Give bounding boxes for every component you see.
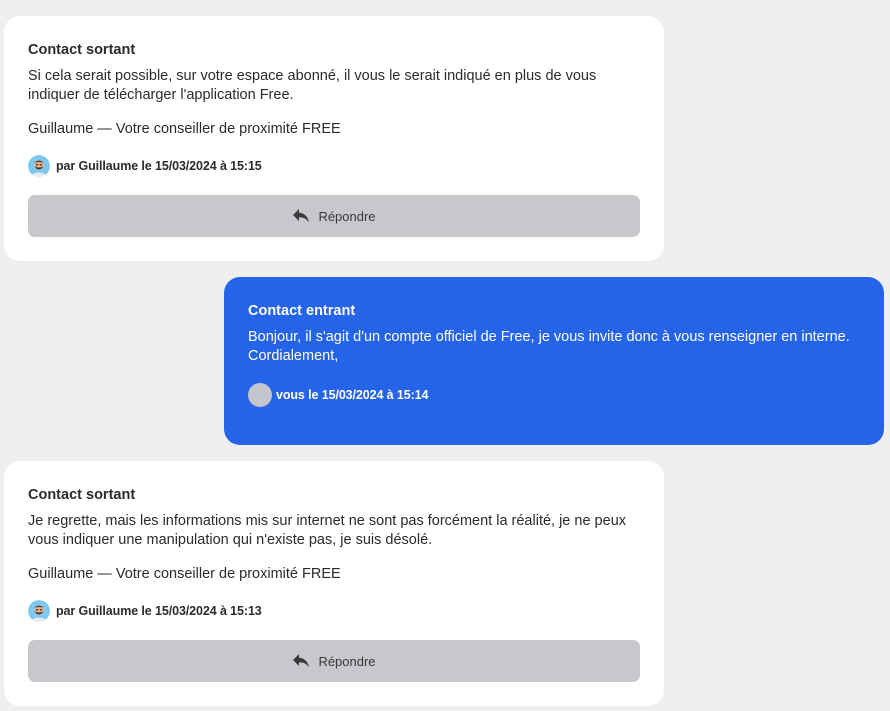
reply-button-label: Répondre: [318, 653, 376, 669]
message-signature: Guillaume — Votre conseiller de proximit…: [28, 121, 341, 137]
message-card-incoming: Contact entrant Bonjour, il s'agit d'un …: [224, 277, 884, 445]
reply-button[interactable]: Répondre: [28, 640, 640, 682]
message-meta: vous le 15/03/2024 à 15:14: [248, 383, 860, 407]
message-meta: par Guillaume le 15/03/2024 à 15:13: [28, 599, 640, 623]
message-body: Si cela serait possible, sur votre espac…: [28, 68, 597, 103]
message-timestamp: vous le 15/03/2024 à 15:14: [276, 388, 429, 402]
message-title: Contact sortant: [28, 487, 136, 503]
conversation-thread: Contact sortant Si cela serait possible,…: [0, 0, 890, 711]
message-timestamp: par Guillaume le 15/03/2024 à 15:13: [56, 604, 262, 618]
user-avatar-icon: [248, 383, 272, 407]
message-card-outgoing: Contact sortant Si cela serait possible,…: [4, 16, 664, 261]
agent-avatar-icon: [28, 155, 50, 177]
message-title: Contact entrant: [248, 303, 356, 319]
message-card-outgoing: Contact sortant Je regrette, mais les in…: [4, 461, 664, 706]
message-title: Contact sortant: [28, 42, 136, 58]
reply-button[interactable]: Répondre: [28, 195, 640, 237]
reply-button-label: Répondre: [318, 208, 376, 224]
agent-avatar-icon: [28, 600, 50, 622]
reply-arrow-icon: [292, 208, 310, 224]
message-body: Je regrette, mais les informations mis s…: [28, 513, 627, 548]
message-body: Bonjour, il s'agit d'un compte officiel …: [248, 329, 850, 364]
message-signature: Guillaume — Votre conseiller de proximit…: [28, 566, 341, 582]
reply-arrow-icon: [292, 653, 310, 669]
message-timestamp: par Guillaume le 15/03/2024 à 15:15: [56, 159, 262, 173]
message-meta: par Guillaume le 15/03/2024 à 15:15: [28, 154, 640, 178]
